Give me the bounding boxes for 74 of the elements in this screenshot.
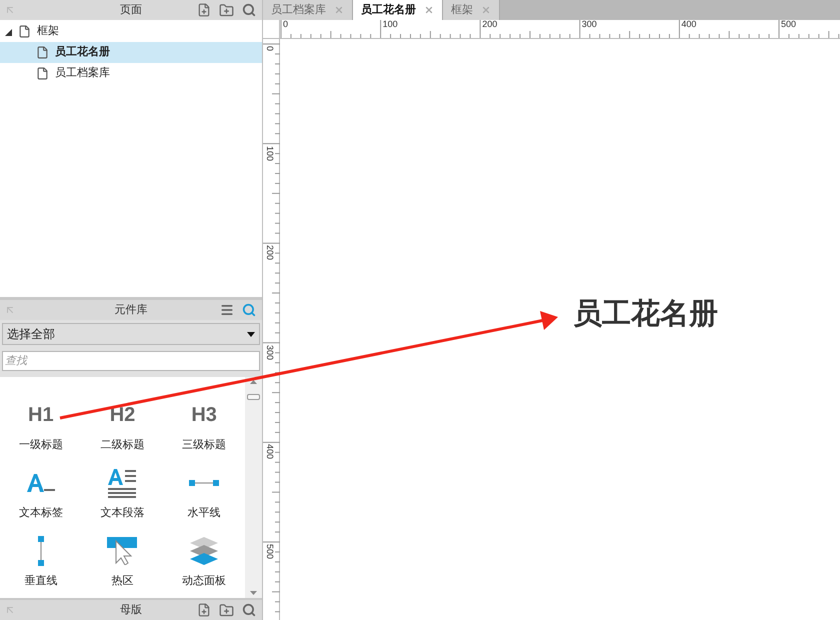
- heading-glyph: H1: [28, 404, 54, 424]
- text-paragraph-icon: [107, 468, 138, 498]
- widget-item[interactable]: H2 二级标题: [82, 391, 164, 459]
- page-name: 员工档案库: [55, 66, 110, 82]
- search-field[interactable]: 查找: [2, 351, 260, 371]
- widget-item[interactable]: H1 一级标题: [0, 391, 82, 459]
- ruler-label: 200: [482, 20, 498, 29]
- page-tree-item[interactable]: 员工档案库: [0, 63, 262, 84]
- page-tree-item[interactable]: 框架: [0, 21, 262, 42]
- page-icon: [36, 67, 49, 80]
- page-name: 员工花名册: [55, 44, 110, 60]
- add-page-icon[interactable]: [197, 3, 211, 17]
- page-icon: [18, 25, 31, 38]
- expanded-triangle-icon[interactable]: [4, 28, 12, 36]
- heading-glyph: H2: [110, 404, 136, 424]
- ruler-label: 100: [382, 20, 398, 29]
- menu-icon[interactable]: [220, 303, 234, 317]
- widget-item[interactable]: 文本段落: [82, 459, 164, 527]
- widget-label: 垂直线: [24, 574, 58, 588]
- widget-label: 三级标题: [182, 438, 226, 452]
- scroll-thumb[interactable]: [247, 394, 260, 400]
- ruler-label: 0: [283, 20, 288, 29]
- widget-label: 水平线: [188, 506, 221, 520]
- widget-item[interactable]: 热区: [82, 527, 164, 595]
- search-icon[interactable]: [242, 303, 256, 317]
- page-icon: [36, 46, 49, 59]
- search-icon[interactable]: [242, 603, 256, 617]
- panel-title: 页面: [120, 2, 142, 18]
- library-dropdown[interactable]: 选择全部: [2, 323, 260, 345]
- widget-label: 动态面板: [182, 574, 226, 588]
- ruler-label: 300: [265, 344, 274, 360]
- close-icon[interactable]: [481, 5, 491, 15]
- widget-item[interactable]: 文本标签: [0, 459, 82, 527]
- add-page-icon[interactable]: [197, 603, 211, 617]
- close-icon[interactable]: [424, 5, 434, 15]
- page-tab[interactable]: 框架: [443, 0, 500, 20]
- ruler-label: 500: [265, 544, 274, 560]
- heading-glyph: H3: [191, 404, 217, 424]
- ruler-label: 100: [265, 146, 274, 161]
- text-label-icon: [26, 472, 56, 492]
- widget-item[interactable]: 垂直线: [0, 527, 82, 595]
- ruler-label: 200: [265, 245, 274, 260]
- scrollbar[interactable]: [245, 377, 262, 598]
- page-name: 框架: [37, 24, 59, 40]
- add-folder-icon[interactable]: [219, 602, 234, 618]
- scroll-down-icon[interactable]: [250, 591, 257, 595]
- widget-label: 文本标签: [18, 506, 63, 520]
- widget-label: 热区: [111, 574, 134, 588]
- scroll-up-icon[interactable]: [250, 380, 257, 384]
- close-icon[interactable]: [334, 5, 344, 15]
- widget-label: 二级标题: [100, 438, 144, 452]
- widget-item[interactable]: 动态面板: [163, 527, 245, 595]
- widget-label: 文本段落: [100, 506, 144, 520]
- hotspot-icon: [107, 536, 138, 564]
- page-tree-item[interactable]: 员工花名册: [0, 42, 262, 63]
- horizontal-line-icon: [189, 480, 220, 486]
- page-tab[interactable]: 员工档案库: [263, 0, 353, 20]
- page-tab[interactable]: 员工花名册: [353, 0, 443, 20]
- layers-icon: [189, 536, 220, 564]
- widget-item[interactable]: 水平线: [163, 459, 245, 527]
- panel-title: 元件库: [114, 302, 148, 318]
- ruler-label: 0: [265, 46, 274, 52]
- ruler-label: 300: [582, 20, 597, 29]
- search-icon[interactable]: [242, 3, 256, 17]
- widget-label: 一级标题: [18, 438, 63, 452]
- caret-icon: [247, 332, 255, 336]
- ruler-label: 500: [781, 20, 796, 29]
- add-folder-icon[interactable]: [219, 2, 234, 18]
- ruler-label: 400: [265, 444, 274, 460]
- canvas-heading: 员工花名册: [573, 298, 718, 330]
- vertical-line-icon: [38, 536, 44, 566]
- ruler-label: 400: [681, 20, 696, 29]
- panel-title: 母版: [120, 602, 142, 618]
- widget-item[interactable]: H3 三级标题: [163, 391, 245, 459]
